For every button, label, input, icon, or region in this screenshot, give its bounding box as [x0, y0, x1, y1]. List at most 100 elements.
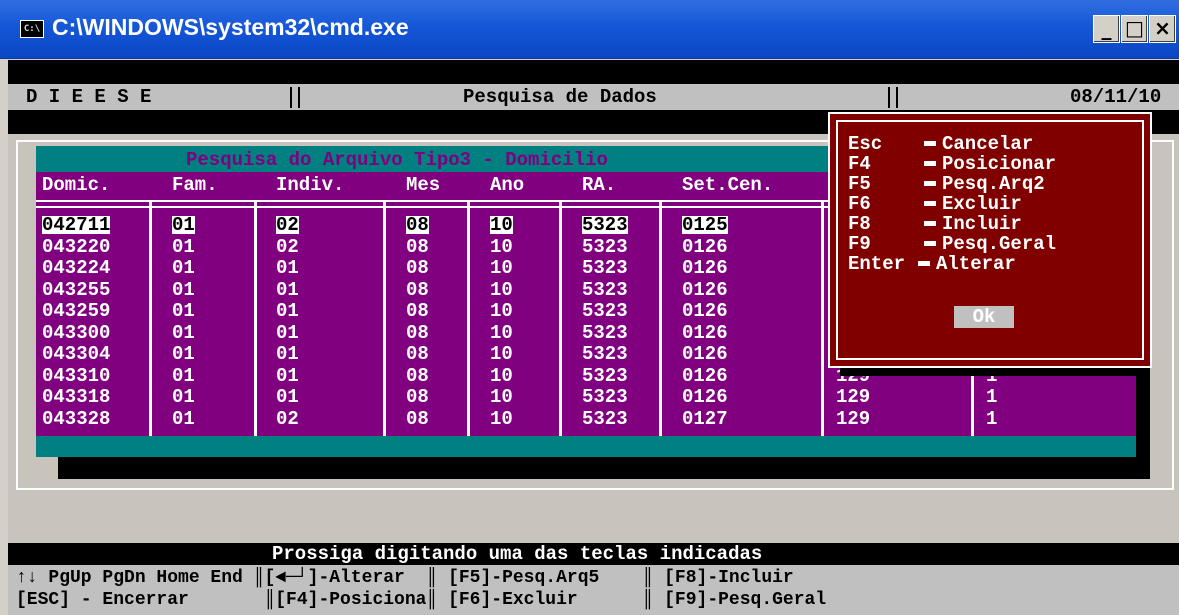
table-cell[interactable]: 042711 — [42, 216, 111, 235]
table-cell[interactable]: 01 — [172, 409, 195, 428]
table-cell[interactable]: 08 — [406, 366, 429, 385]
ok-button[interactable]: Ok — [954, 306, 1014, 328]
table-cell[interactable]: 08 — [406, 345, 429, 364]
maximize-button[interactable]: □ — [1121, 15, 1148, 43]
table-cell[interactable]: 043259 — [42, 302, 110, 321]
popup-item-enter[interactable]: Enter Alterar — [848, 254, 1016, 274]
table-cell[interactable]: 01 — [276, 280, 299, 299]
table-cell[interactable]: 0126 — [682, 388, 728, 407]
table-cell[interactable]: 02 — [276, 216, 299, 235]
table-cell[interactable]: 02 — [276, 409, 299, 428]
table-cell[interactable]: 01 — [172, 259, 195, 278]
table-cell[interactable]: 5323 — [582, 237, 628, 256]
col-divider — [559, 202, 562, 436]
table-cell[interactable]: 0126 — [682, 323, 728, 342]
table-cell[interactable]: 01 — [276, 259, 299, 278]
popup-item-label: Pesq.Geral — [942, 233, 1057, 255]
dash-icon — [924, 201, 936, 207]
table-cell[interactable]: 01 — [172, 388, 195, 407]
table-cell[interactable]: 043255 — [42, 280, 110, 299]
table-cell[interactable]: 0126 — [682, 302, 728, 321]
table-cell[interactable]: 0126 — [682, 280, 728, 299]
popup-item-f8[interactable]: F8 Incluir — [848, 214, 1022, 234]
table-cell[interactable]: 5323 — [582, 216, 628, 235]
table-cell[interactable]: 0126 — [682, 237, 728, 256]
table-cell[interactable]: 01 — [276, 366, 299, 385]
popup-item-f9[interactable]: F9 Pesq.Geral — [848, 234, 1056, 254]
status-message-bar: Prossiga digitando uma das teclas indica… — [8, 543, 1179, 565]
table-cell[interactable]: 10 — [490, 237, 513, 256]
table-cell[interactable]: 10 — [490, 366, 513, 385]
key-help-popup[interactable]: Esc Cancelar F4 Posicionar F5 Pesq.Arq2 F6 Excl… — [828, 112, 1152, 368]
col-divider — [149, 202, 152, 436]
table-cell[interactable]: 1 — [986, 409, 997, 428]
table-cell[interactable]: 10 — [490, 216, 513, 235]
window-title: C:\WINDOWS\system32\cmd.exe — [52, 14, 409, 40]
table-cell[interactable]: 0126 — [682, 345, 728, 364]
table-cell[interactable]: 10 — [490, 259, 513, 278]
table-cell[interactable]: 08 — [406, 259, 429, 278]
table-cell[interactable]: 10 — [490, 345, 513, 364]
table-cell[interactable]: 0125 — [682, 216, 728, 235]
popup-item-f4[interactable]: F4 Posicionar — [848, 154, 1056, 174]
close-button[interactable]: × — [1149, 15, 1176, 43]
table-cell[interactable]: 01 — [276, 302, 299, 321]
table-cell[interactable]: 01 — [172, 216, 195, 235]
table-cell[interactable]: 01 — [172, 323, 195, 342]
table-cell[interactable]: 5323 — [582, 323, 628, 342]
table-cell[interactable]: 5323 — [582, 409, 628, 428]
minimize-button[interactable]: _ — [1093, 15, 1120, 43]
popup-item-esc[interactable]: Esc Cancelar — [848, 134, 1033, 154]
table-cell[interactable]: 01 — [172, 302, 195, 321]
cmd-app-icon[interactable]: C:\ — [20, 20, 44, 38]
console-top-band — [8, 60, 1179, 84]
table-cell[interactable]: 10 — [490, 302, 513, 321]
table-cell[interactable]: 10 — [490, 388, 513, 407]
table-cell[interactable]: 0126 — [682, 259, 728, 278]
table-cell[interactable]: 5323 — [582, 366, 628, 385]
table-cell[interactable]: 043328 — [42, 409, 110, 428]
table-cell[interactable]: 01 — [276, 345, 299, 364]
table-cell[interactable]: 08 — [406, 237, 429, 256]
table-cell[interactable]: 129 — [836, 409, 870, 428]
table-cell[interactable]: 0127 — [682, 409, 728, 428]
table-cell[interactable]: 043300 — [42, 323, 110, 342]
table-cell[interactable]: 043318 — [42, 388, 110, 407]
col-divider — [467, 202, 470, 436]
table-cell[interactable]: 08 — [406, 409, 429, 428]
table-cell[interactable]: 129 — [836, 388, 870, 407]
table-cell[interactable]: 01 — [172, 345, 195, 364]
table-cell[interactable]: 043224 — [42, 259, 110, 278]
col-header-indiv: Indiv. — [276, 174, 345, 196]
popup-item-label: Excluir — [942, 193, 1022, 215]
table-cell[interactable]: 01 — [172, 366, 195, 385]
table-cell[interactable]: 08 — [406, 388, 429, 407]
popup-item-f6[interactable]: F6 Excluir — [848, 194, 1022, 214]
table-cell[interactable]: 10 — [490, 323, 513, 342]
table-cell[interactable]: 01 — [276, 323, 299, 342]
table-cell[interactable]: 02 — [276, 237, 299, 256]
popup-item-label: Posicionar — [942, 153, 1057, 175]
table-cell[interactable]: 10 — [490, 409, 513, 428]
table-cell[interactable]: 5323 — [582, 345, 628, 364]
table-cell[interactable]: 5323 — [582, 302, 628, 321]
table-cell[interactable]: 5323 — [582, 388, 628, 407]
table-cell[interactable]: 043310 — [42, 366, 110, 385]
table-cell[interactable]: 01 — [172, 237, 195, 256]
table-cell[interactable]: 01 — [172, 280, 195, 299]
popup-item-f5[interactable]: F5 Pesq.Arq2 — [848, 174, 1045, 194]
popup-item-key: F6 — [848, 193, 871, 215]
table-cell[interactable]: 01 — [276, 388, 299, 407]
table-cell[interactable]: 08 — [406, 323, 429, 342]
table-cell[interactable]: 043304 — [42, 345, 110, 364]
table-cell[interactable]: 1 — [986, 388, 997, 407]
window-title-bar[interactable]: C:\ C:\WINDOWS\system32\cmd.exe _ □ × — [0, 0, 1179, 59]
table-cell[interactable]: 043220 — [42, 237, 110, 256]
table-cell[interactable]: 0126 — [682, 366, 728, 385]
table-cell[interactable]: 08 — [406, 302, 429, 321]
table-cell[interactable]: 10 — [490, 280, 513, 299]
table-cell[interactable]: 08 — [406, 216, 429, 235]
table-cell[interactable]: 08 — [406, 280, 429, 299]
table-cell[interactable]: 5323 — [582, 259, 628, 278]
table-cell[interactable]: 5323 — [582, 280, 628, 299]
